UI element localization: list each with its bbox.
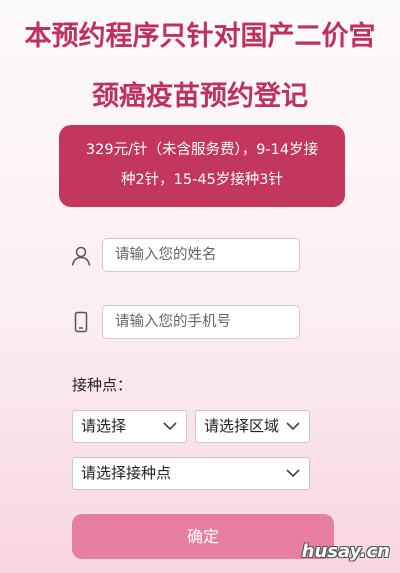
area-select[interactable]: 请选择区域 bbox=[195, 410, 310, 443]
person-icon bbox=[71, 246, 91, 266]
watermark: husay.cn bbox=[301, 541, 390, 562]
chevron-down-icon bbox=[163, 422, 177, 431]
chevron-down-icon bbox=[286, 422, 300, 431]
phone-icon bbox=[74, 311, 88, 333]
chevron-down-icon bbox=[286, 469, 300, 478]
site-select-value: 请选择接种点 bbox=[81, 464, 172, 482]
city-select-value: 请选择 bbox=[81, 417, 127, 435]
notice-line-2: 种2针，15-45岁接种3针 bbox=[120, 172, 284, 188]
city-select[interactable]: 请选择 bbox=[72, 410, 187, 443]
confirm-button[interactable]: 确定 bbox=[72, 514, 334, 559]
site-select[interactable]: 请选择接种点 bbox=[72, 457, 310, 490]
phone-input[interactable]: 请输入您的手机号 bbox=[102, 305, 300, 339]
site-label: 接种点： bbox=[72, 376, 133, 394]
price-notice: 329元/针（未含服务费），9-14岁接 种2针，15-45岁接种3针 bbox=[59, 125, 345, 207]
notice-line-1: 329元/针（未含服务费），9-14岁接 bbox=[85, 142, 319, 158]
name-input[interactable]: 请输入您的姓名 bbox=[102, 238, 300, 272]
page-title: 本预约程序只针对国产二价宫 bbox=[24, 21, 376, 52]
page-subtitle: 颈癌疫苗预约登记 bbox=[92, 81, 308, 112]
area-select-value: 请选择区域 bbox=[204, 417, 280, 435]
